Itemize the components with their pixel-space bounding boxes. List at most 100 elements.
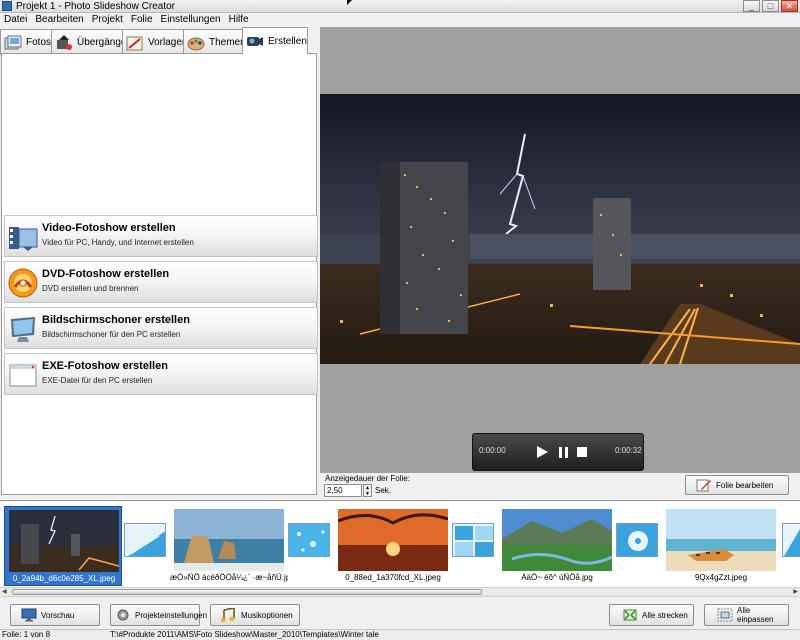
- stretch-all-label: Alle strecken: [642, 610, 688, 620]
- create-tab-content: Video-Fotoshow erstellen Video für PC, H…: [1, 53, 318, 495]
- stop-icon[interactable]: [577, 447, 587, 457]
- transitions-icon: [55, 34, 73, 51]
- transition-thumbnail[interactable]: [782, 523, 800, 557]
- create-dvd-subtitle: DVD erstellen und brennen: [42, 284, 139, 293]
- slide-caption: ÀäÖ~ éõ^ ùÑÖå.jpg: [521, 573, 593, 582]
- fit-frame-icon: [717, 608, 733, 622]
- slide-duration-unit: Sek.: [375, 486, 392, 495]
- slide-thumbnail[interactable]: 9Qx4gZzt.jpeg: [662, 506, 780, 586]
- create-video-title: Video-Fotoshow erstellen: [42, 222, 176, 234]
- transition-thumbnail[interactable]: [288, 523, 330, 557]
- title-bar: Projekt 1 - Photo Slideshow Creator _ □ …: [0, 0, 800, 13]
- slide-thumbnail[interactable]: 0_2a94b_d6c0e285_XL.jpeg: [4, 506, 122, 586]
- slide-thumbnail[interactable]: æÒ»ÑÖ ácëðÖÓå¼¿´ ·æ~åñÜ.jpeg: [170, 506, 288, 586]
- close-button[interactable]: ✕: [781, 0, 798, 12]
- preview-label: Vorschau: [41, 610, 75, 620]
- slide-caption: 0_88ed_1a370fcd_XL.jpeg: [345, 573, 441, 582]
- monitor-preview-icon: [21, 608, 37, 622]
- stretch-arrows-icon: [622, 608, 638, 622]
- create-exe-action[interactable]: EXE-Fotoshow erstellen EXE-Datei für den…: [4, 353, 318, 395]
- total-time: 0:00:32: [615, 446, 642, 455]
- mouse-cursor-icon: [347, 0, 352, 5]
- tab-uebergaenge[interactable]: Übergänge: [51, 29, 126, 55]
- bottom-toolbar: Vorschau Projekteinstellungen Musikoptio…: [0, 596, 800, 629]
- slide-image: [174, 509, 284, 571]
- left-panel: Fotos Übergänge Vorlagen Themen Erstelle…: [0, 27, 320, 500]
- create-video-action[interactable]: Video-Fotoshow erstellen Video für PC, H…: [4, 215, 318, 257]
- create-exe-title: EXE-Fotoshow erstellen: [42, 360, 168, 372]
- scroll-right-icon[interactable]: ▶: [793, 588, 798, 596]
- transition-thumbnail[interactable]: [124, 523, 166, 557]
- tab-fotos[interactable]: Fotos: [0, 29, 52, 55]
- monitor-icon: [7, 313, 39, 345]
- gear-icon: [115, 608, 131, 622]
- window-title: Projekt 1 - Photo Slideshow Creator: [16, 1, 175, 12]
- tab-erstellen[interactable]: Erstellen: [242, 27, 308, 54]
- window-controls: _ □ ✕: [743, 0, 798, 12]
- create-screensaver-action[interactable]: Bildschirmschoner erstellen Bildschirmsc…: [4, 307, 318, 349]
- menu-bar: Datei Bearbeiten Projekt Folie Einstellu…: [0, 13, 800, 27]
- template-path: T:\#Produkte 2011\AMS\Foto Slideshow\Mas…: [110, 630, 379, 639]
- preview-image: [320, 94, 800, 364]
- slide-caption: 9Qx4gZzt.jpeg: [694, 573, 748, 582]
- playback-controls: 0:00:00 0:00:32: [472, 433, 644, 471]
- fit-all-label: Alle einpassen: [737, 606, 774, 624]
- status-bar: Folie: 1 von 8 T:\#Produkte 2011\AMS\Fot…: [0, 629, 800, 640]
- scrollbar-thumb[interactable]: [12, 589, 482, 595]
- themes-palette-icon: [187, 35, 205, 51]
- slide-thumbnail[interactable]: 0_88ed_1a370fcd_XL.jpeg: [334, 506, 452, 586]
- menu-projekt[interactable]: Projekt: [88, 13, 127, 27]
- slide-caption: 0_2a94b_d6c0e285_XL.jpeg: [12, 574, 116, 583]
- templates-icon: [126, 35, 144, 51]
- tab-themen[interactable]: Themen: [183, 29, 246, 55]
- scroll-left-icon[interactable]: ◀: [2, 588, 7, 596]
- project-settings-button[interactable]: Projekteinstellungen: [110, 604, 207, 626]
- minimize-button[interactable]: _: [743, 0, 760, 12]
- slide-image: [502, 509, 612, 571]
- slide-filmstrip: 0_2a94b_d6c0e285_XL.jpeg æÒ»ÑÖ ácëðÖÓå¼¿…: [0, 500, 800, 596]
- slide-caption: æÒ»ÑÖ ácëðÖÓå¼¿´ ·æ~åñÜ.jpeg: [170, 573, 288, 582]
- dvd-disc-icon: [7, 267, 39, 299]
- tab-erstellen-label: Erstellen: [268, 35, 307, 47]
- tab-fotos-label: Fotos: [26, 37, 52, 48]
- preview-button[interactable]: Vorschau: [10, 604, 100, 626]
- pause-icon[interactable]: [559, 447, 568, 458]
- slide-image: [666, 509, 776, 571]
- create-screensaver-subtitle: Bildschirmschoner für den PC erstellen: [42, 330, 181, 339]
- filmstrip-scrollbar[interactable]: ◀ ▶: [0, 587, 800, 596]
- stretch-all-button[interactable]: Alle strecken: [609, 604, 694, 626]
- edit-slide-label: Folie bearbeiten: [716, 480, 774, 490]
- create-exe-subtitle: EXE-Datei für den PC erstellen: [42, 376, 153, 385]
- fit-all-button[interactable]: Alle einpassen: [704, 604, 789, 626]
- maximize-button[interactable]: □: [762, 0, 779, 12]
- menu-einstellungen[interactable]: Einstellungen: [157, 13, 225, 27]
- slide-thumbnail[interactable]: ÀäÖ~ éõ^ ùÑÖå.jpg: [498, 506, 616, 586]
- slide-duration-input[interactable]: 2,50: [324, 484, 362, 497]
- music-note-icon: [220, 607, 237, 622]
- camcorder-icon: [246, 33, 264, 49]
- play-icon[interactable]: [537, 446, 548, 458]
- menu-bearbeiten[interactable]: Bearbeiten: [31, 13, 87, 27]
- transition-thumbnail[interactable]: [616, 523, 658, 557]
- slide-counter: Folie: 1 von 8: [2, 630, 51, 639]
- menu-hilfe[interactable]: Hilfe: [225, 13, 253, 27]
- slide-duration-label: Anzeigedauer der Folie:: [325, 474, 410, 483]
- transition-thumbnail[interactable]: [452, 523, 494, 557]
- create-dvd-action[interactable]: DVD-Fotoshow erstellen DVD erstellen und…: [4, 261, 318, 303]
- menu-folie[interactable]: Folie: [127, 13, 157, 27]
- slide-image: [9, 510, 119, 572]
- tab-bar: Fotos Übergänge Vorlagen Themen Erstelle…: [0, 27, 320, 55]
- edit-pencil-icon: [696, 478, 712, 492]
- create-dvd-title: DVD-Fotoshow erstellen: [42, 268, 170, 280]
- music-options-button[interactable]: Musikoptionen: [210, 604, 300, 626]
- edit-slide-button[interactable]: Folie bearbeiten: [685, 475, 789, 495]
- menu-datei[interactable]: Datei: [0, 13, 31, 27]
- duration-spinner[interactable]: ▲ ▼: [363, 484, 372, 497]
- project-settings-label: Projekteinstellungen: [135, 610, 208, 620]
- slide-duration-bar: Anzeigedauer der Folie: 2,50 ▲ ▼ Sek. Fol…: [320, 473, 800, 500]
- tab-vorlagen[interactable]: Vorlagen: [122, 29, 187, 55]
- tab-themen-label: Themen: [209, 37, 246, 48]
- current-time: 0:00:00: [479, 446, 506, 455]
- create-screensaver-title: Bildschirmschoner erstellen: [42, 314, 190, 326]
- slide-image: [338, 509, 448, 571]
